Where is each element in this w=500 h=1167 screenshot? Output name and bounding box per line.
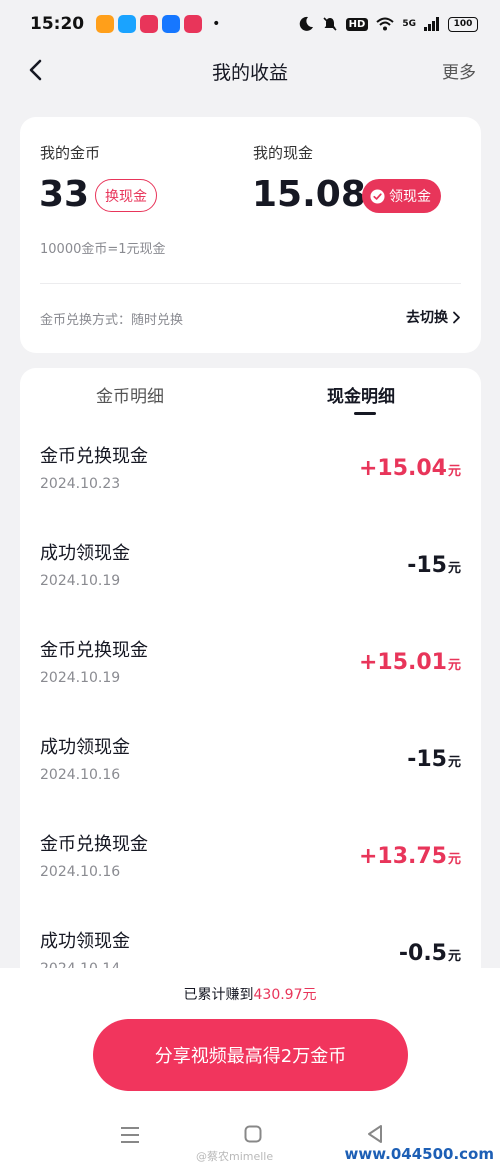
red-app-icon [140, 15, 159, 33]
transaction-date: 2024.10.19 [40, 573, 121, 589]
switch-mode-link[interactable]: 去切换 [406, 307, 461, 327]
more-notifications-dot-icon: • [212, 16, 221, 32]
tab-cash-detail[interactable]: 现金明细 [327, 382, 395, 407]
transaction-date: 2024.10.16 [40, 864, 121, 880]
amount-value: +13.75 [358, 844, 447, 869]
transaction-title: 金币兑换现金 [40, 446, 148, 467]
transaction-date: 2024.10.19 [40, 670, 121, 686]
site-watermark: www.044500.com [344, 1145, 494, 1163]
home-icon[interactable] [244, 1125, 262, 1143]
amount-unit: 元 [447, 755, 461, 770]
more-button[interactable]: 更多 [442, 58, 476, 83]
coin-balance: 33 [39, 174, 90, 215]
back-triangle-icon[interactable] [366, 1124, 384, 1144]
transaction-date: 2024.10.16 [40, 767, 121, 783]
page-title: 我的收益 [211, 62, 288, 84]
status-indicators: HD 5G 100 [298, 16, 478, 32]
network-type: 5G [402, 19, 416, 29]
wifi-icon [376, 17, 395, 31]
amount-value: +15.04 [358, 456, 447, 481]
total-earned-amount: 430.97元 [253, 987, 317, 1003]
transaction-title: 金币兑换现金 [40, 834, 148, 855]
check-circle-icon [370, 188, 385, 204]
total-earned-label: 已累计赚到 [183, 987, 254, 1003]
tab-coin-detail[interactable]: 金币明细 [96, 382, 164, 407]
bell-off-icon [323, 17, 337, 31]
amount-value: -15 [407, 747, 447, 772]
cash-label: 我的现金 [253, 144, 314, 162]
transaction-amount: -15 元 [407, 553, 461, 578]
status-bar: 15:20 • HD 5G 100 [0, 0, 500, 48]
menu-icon[interactable] [120, 1126, 140, 1144]
status-app-icons: • [96, 15, 220, 33]
transaction-amount: +13.75 元 [359, 844, 461, 869]
alipay-app-icon [162, 15, 181, 33]
transaction-row[interactable]: 金币兑换现金 2024.10.23 +15.04 元 [20, 428, 481, 525]
chevron-right-icon [453, 311, 460, 323]
transaction-title: 成功领现金 [40, 931, 130, 952]
exchange-mode-label: 金币兑换方式：随时兑换 [40, 313, 184, 328]
nav-bar: 我的收益 更多 [0, 48, 500, 92]
transaction-title: 成功领现金 [40, 543, 130, 564]
divider [40, 283, 461, 284]
transaction-amount: +15.01 元 [359, 650, 461, 675]
transaction-title: 金币兑换现金 [40, 640, 148, 661]
withdraw-cash-button[interactable]: 领现金 [362, 179, 441, 213]
transaction-amount: -15 元 [407, 747, 461, 772]
amount-value: +15.01 [358, 650, 447, 675]
exchange-cash-button[interactable]: 换现金 [95, 179, 157, 212]
transaction-date: 2024.10.23 [40, 476, 121, 492]
amount-unit: 元 [447, 464, 461, 479]
transaction-row[interactable]: 金币兑换现金 2024.10.19 +15.01 元 [20, 622, 481, 719]
amount-unit: 元 [447, 852, 461, 867]
transaction-title: 成功领现金 [40, 737, 130, 758]
bottom-panel: 已累计赚到430.97元 分享视频最高得2万金币 @蔡农mimelle www.… [0, 968, 500, 1167]
active-tab-indicator [354, 412, 376, 415]
amount-unit: 元 [447, 561, 461, 576]
weibo-app-icon [96, 15, 115, 33]
weibo-watermark: @蔡农mimelle [196, 1150, 274, 1163]
amount-unit: 元 [447, 949, 461, 964]
hd-badge: HD [345, 17, 369, 31]
switch-mode-label: 去切换 [406, 310, 448, 326]
moon-icon [299, 16, 313, 31]
amount-value: -0.5 [398, 941, 447, 966]
toutiao-app-icon [184, 15, 203, 33]
coin-label: 我的金币 [40, 144, 101, 162]
battery-icon: 100 [448, 16, 478, 32]
transaction-row[interactable]: 成功领现金 2024.10.16 -15 元 [20, 719, 481, 816]
share-video-button[interactable]: 分享视频最高得2万金币 [93, 1019, 408, 1091]
cash-balance: 15.08 [252, 174, 366, 215]
amount-unit: 元 [447, 658, 461, 673]
transaction-amount: +15.04 元 [359, 456, 461, 481]
transaction-row[interactable]: 成功领现金 2024.10.19 -15 元 [20, 525, 481, 622]
detail-card: 金币明细 现金明细 金币兑换现金 2024.10.23 +15.04 元 成功领现… [20, 368, 481, 988]
exchange-rate-note: 10000金币=1元现金 [40, 242, 166, 257]
withdraw-cash-label: 领现金 [389, 189, 431, 205]
transaction-amount: -0.5 元 [399, 941, 461, 966]
earnings-summary-card: 我的金币 33 换现金 我的现金 15.08 领现金 10000金币=1元现金 … [20, 117, 481, 353]
total-earned: 已累计赚到430.97元 [0, 984, 500, 1004]
status-time: 15:20 [30, 14, 85, 34]
browser-app-icon [118, 15, 137, 33]
amount-value: -15 [407, 553, 447, 578]
transaction-row[interactable]: 金币兑换现金 2024.10.16 +13.75 元 [20, 816, 481, 913]
transaction-list: 金币兑换现金 2024.10.23 +15.04 元 成功领现金 2024.10.… [20, 428, 481, 988]
signal-icon [424, 17, 439, 31]
